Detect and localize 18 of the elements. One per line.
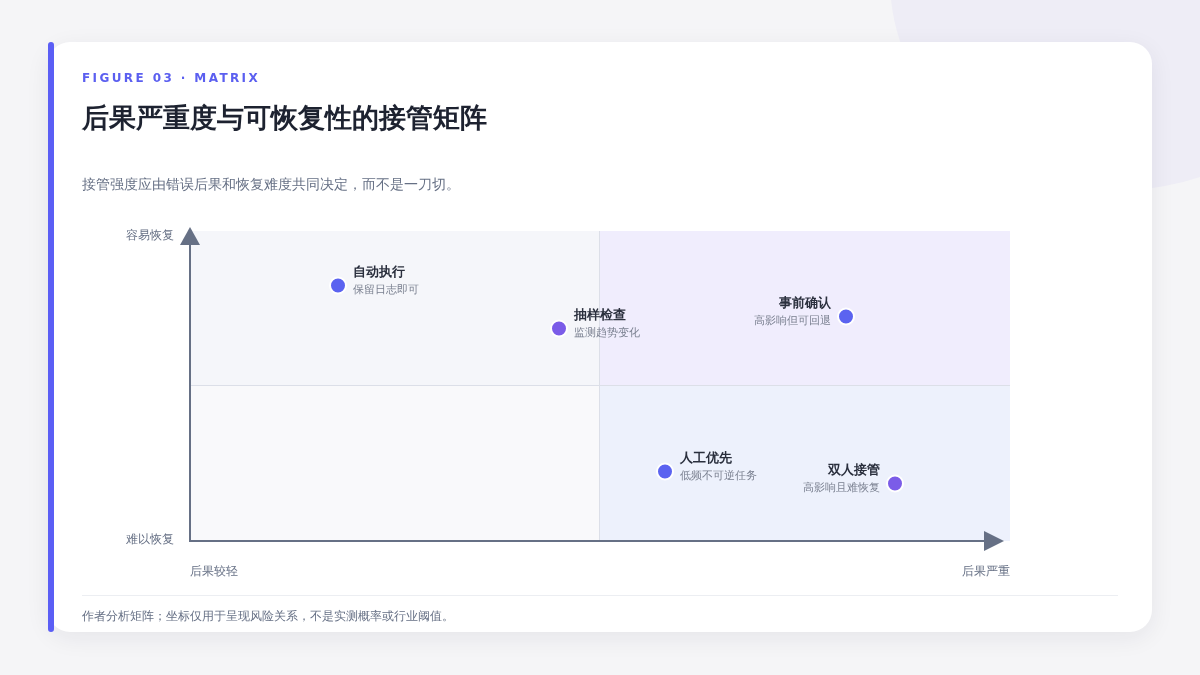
figure-subtitle: 接管强度应由错误后果和恢复难度共同决定，而不是一刀切。 — [82, 175, 461, 194]
point-note: 监测趋势变化 — [574, 325, 640, 340]
point-title: 事前确认 — [779, 294, 831, 311]
point-title: 人工优先 — [679, 449, 733, 466]
point-note: 高影响但可回退 — [754, 313, 831, 328]
point-title: 抽样检查 — [574, 306, 627, 323]
point-title: 双人接管 — [828, 461, 881, 478]
figure-label: FIGURE 03 · MATRIX — [82, 70, 262, 86]
y-axis-label: 难以恢复 — [126, 531, 174, 547]
footnote: 作者分析矩阵；坐标仅用于呈现风险关系，不是实测概率或行业阈值。 — [82, 608, 455, 624]
point-note: 保留日志即可 — [352, 282, 419, 297]
point-title: 自动执行 — [352, 263, 406, 280]
point-note: 高影响且难恢复 — [803, 480, 881, 495]
point-note: 低频不可逆任务 — [679, 468, 757, 483]
y-axis-label: 容易恢复 — [126, 227, 174, 243]
x-axis-label: 后果严重 — [962, 563, 1010, 579]
x-axis-label: 后果较轻 — [190, 563, 238, 579]
figure-title: 后果严重度与可恢复性的接管矩阵 — [82, 101, 488, 135]
